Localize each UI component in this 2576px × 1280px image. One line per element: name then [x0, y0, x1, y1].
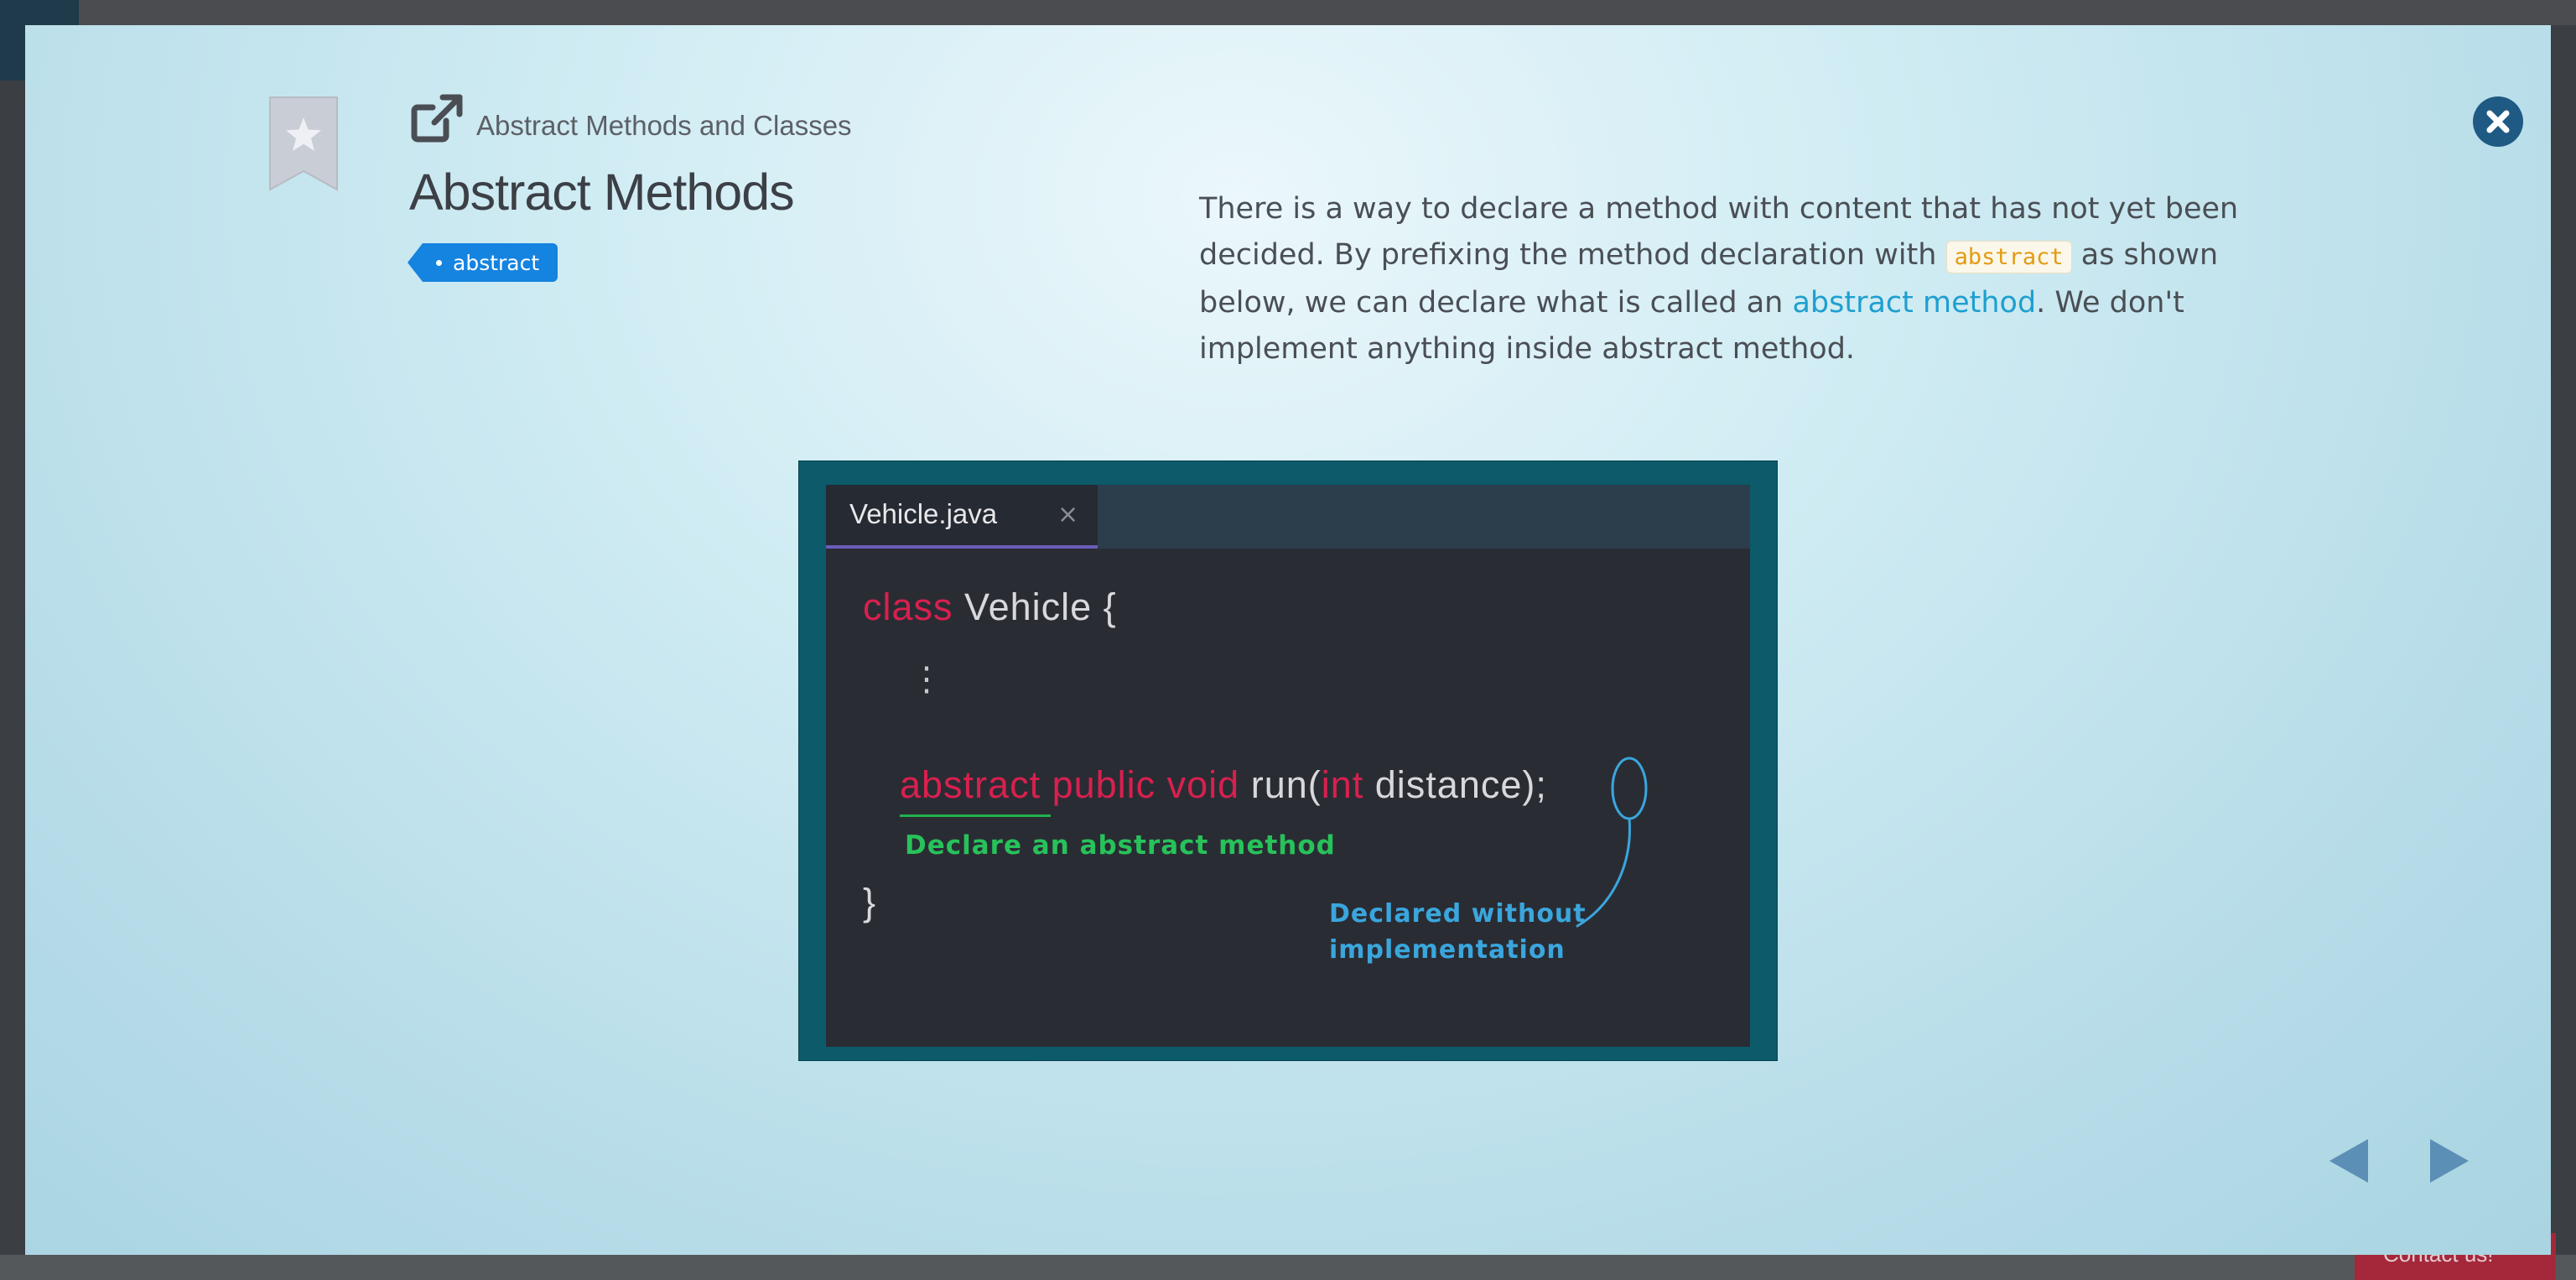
code-class-name: Vehicle {: [953, 585, 1117, 628]
abstract-underline: [900, 814, 1051, 817]
close-circle-icon: [2473, 96, 2523, 147]
lesson-modal: Abstract Methods and Classes Abstract Me…: [25, 25, 2551, 1255]
semicolon-circle: [1611, 757, 1648, 820]
annotation-blue-line-2: implementation: [1329, 935, 1566, 965]
editor-tab-label: Vehicle.java: [849, 498, 998, 529]
code-line-class: class Vehicle {: [863, 585, 1117, 629]
caret-left-icon: [2329, 1139, 2368, 1183]
keyword-int: int: [1321, 763, 1364, 806]
keyword-class: class: [863, 585, 953, 628]
editor-tab-close: ×: [1057, 500, 1079, 529]
code-ellipsis: ⋮: [910, 661, 944, 698]
breadcrumb-row: Abstract Methods and Classes: [409, 91, 1164, 144]
background-topbar: [0, 0, 2576, 25]
close-button[interactable]: [2472, 96, 2524, 148]
external-link-icon[interactable]: [409, 92, 465, 144]
code-method-name: run(: [1239, 763, 1322, 806]
editor-tab: Vehicle.java ×: [826, 485, 1098, 549]
code-editor: Vehicle.java × class Vehicle { ⋮ abstrac…: [826, 485, 1750, 1047]
tag-abstract[interactable]: abstract: [407, 243, 558, 282]
code-closing-brace: }: [863, 881, 877, 924]
inline-code-abstract: abstract: [1945, 241, 2072, 273]
description: There is a way to declare a method with …: [1199, 186, 2289, 372]
bookmark-star-icon[interactable]: [268, 96, 339, 191]
code-figure: Vehicle.java × class Vehicle { ⋮ abstrac…: [798, 460, 1778, 1061]
title-area: Abstract Methods and Classes Abstract Me…: [407, 91, 1164, 282]
keyword-abstract-public-void: abstract public void: [900, 763, 1240, 806]
abstract-method-link[interactable]: abstract method: [1792, 286, 2036, 320]
code-line-method: abstract public void run(int distance);: [900, 763, 1547, 807]
tag-label: abstract: [453, 250, 540, 275]
previous-button[interactable]: [2328, 1137, 2370, 1184]
annotation-blue-line-1: Declared without: [1329, 899, 1587, 929]
breadcrumb[interactable]: Abstract Methods and Classes: [476, 109, 852, 144]
code-param: distance): [1363, 763, 1536, 806]
background-bottombar: [0, 1255, 2576, 1280]
annotation-declared-without: Declared without implementation: [1329, 896, 1587, 968]
annotation-declare-abstract: Declare an abstract method: [905, 830, 1336, 861]
page-title: Abstract Methods: [409, 164, 795, 221]
next-button[interactable]: [2428, 1137, 2470, 1184]
caret-right-icon: [2430, 1139, 2469, 1183]
code-semicolon: ;: [1535, 763, 1547, 806]
